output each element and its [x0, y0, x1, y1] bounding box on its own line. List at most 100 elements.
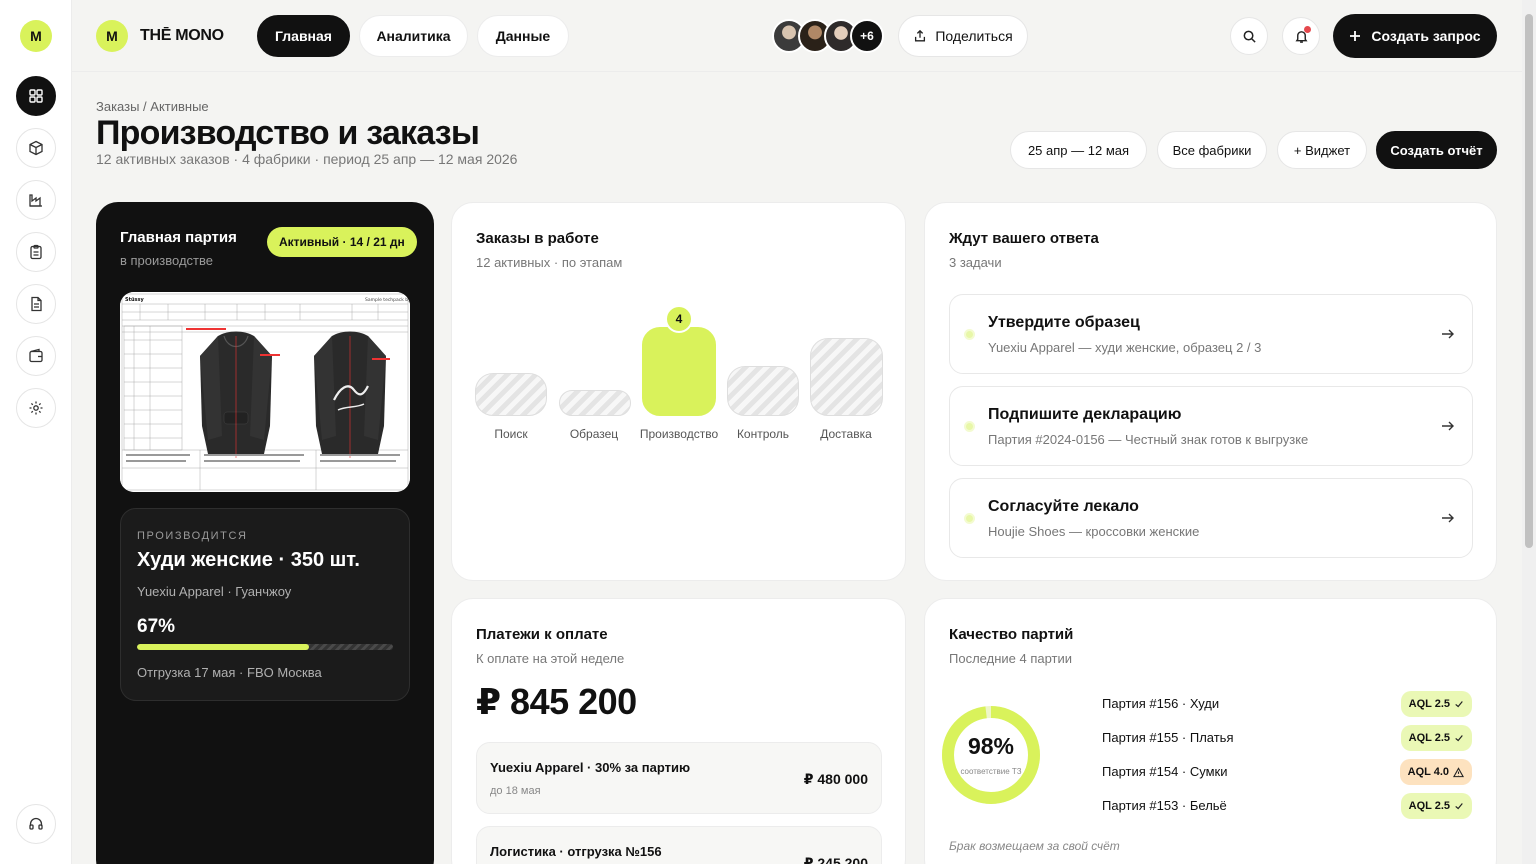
support-button[interactable]	[16, 804, 56, 844]
factories-filter[interactable]: Все фабрики	[1157, 131, 1267, 169]
sidebar-item-factories[interactable]	[16, 180, 56, 220]
tasks-subtitle: 3 задачи	[949, 255, 1002, 270]
box-icon	[29, 140, 43, 156]
task-title: Согласуйте лекало	[988, 498, 1139, 515]
payment-amount: ₽ 245 200	[803, 855, 868, 864]
task-status-dot	[964, 421, 975, 432]
stage-bar-search[interactable]	[475, 373, 547, 416]
pending-tasks-card: Ждут вашего ответа 3 задачи Утвердите об…	[924, 202, 1497, 581]
top-bar: M THĒ MONO Главная Аналитика Данные +6 П…	[72, 0, 1522, 72]
brand-logo[interactable]: M	[96, 20, 128, 52]
payments-subtitle: К оплате на этой неделе	[476, 651, 625, 666]
page-scrollbar[interactable]	[1522, 0, 1536, 864]
payment-item[interactable]: Логистика · отгрузка №156 ₽ 245 200	[476, 826, 882, 864]
breadcrumb[interactable]: Заказы / Активные	[96, 99, 209, 114]
aql-badge: AQL 4.0	[1399, 759, 1472, 785]
payment-name: Yuexiu Apparel · 30% за партию	[490, 760, 691, 775]
task-status-dot	[964, 513, 975, 524]
orders-title: Заказы в работе	[476, 230, 599, 247]
stage-label: Контроль	[736, 427, 790, 441]
aql-badge-label: AQL 4.0	[1407, 766, 1449, 778]
payments-title: Платежи к оплате	[476, 626, 608, 643]
batch-name: Партия #154 · Сумки	[1102, 764, 1228, 779]
app-logo[interactable]: M	[20, 20, 52, 52]
orders-in-progress-card: Заказы в работе 12 активных · по этапам …	[451, 202, 906, 581]
factory-icon	[29, 194, 42, 207]
search-icon	[1243, 30, 1256, 43]
aql-badge-label: AQL 2.5	[1408, 732, 1450, 744]
quality-card: Качество партий Последние 4 партии 98% с…	[924, 598, 1497, 864]
stage-label: Доставка	[820, 427, 872, 441]
progress-fill	[137, 644, 309, 650]
date-range-filter[interactable]: 25 апр — 12 мая	[1010, 131, 1147, 169]
nav-tab-home[interactable]: Главная	[257, 15, 350, 57]
sidebar-item-dashboard[interactable]	[16, 76, 56, 116]
plus-icon	[1350, 31, 1361, 41]
batch-row[interactable]: Партия #154 · Сумки AQL 4.0	[1102, 759, 1472, 785]
arrow-right-icon	[1442, 421, 1454, 431]
sidebar-item-tasks[interactable]	[16, 232, 56, 272]
aql-badge: AQL 2.5	[1400, 725, 1472, 751]
techpack-image[interactable]: Sample techpack by themono Stüssy	[120, 292, 410, 492]
grid-icon	[29, 89, 43, 103]
headset-icon	[29, 817, 43, 830]
stage-count-badge: 4	[665, 305, 693, 333]
arrow-right-icon	[1442, 513, 1454, 523]
sidebar-item-documents[interactable]	[16, 284, 56, 324]
product-name: Худи женские · 350 шт.	[137, 549, 360, 571]
batch-name: Партия #156 · Худи	[1102, 696, 1220, 711]
clipboard-icon	[30, 244, 42, 260]
techpack-drawing: Sample techpack by themono Stüssy	[120, 292, 410, 492]
quality-title: Качество партий	[949, 626, 1074, 643]
aql-badge: AQL 2.5	[1400, 793, 1472, 819]
task-item[interactable]: Подпишите декларацию Партия #2024-0156 —…	[949, 386, 1473, 466]
main-batch-card: Главная партия в производстве Активный ·…	[96, 202, 434, 864]
quality-subtitle: Последние 4 партии	[949, 651, 1073, 666]
nav-tab-data[interactable]: Данные	[477, 15, 569, 57]
task-status-dot	[964, 329, 975, 340]
settings-icon	[29, 401, 43, 415]
batch-row[interactable]: Партия #156 · Худи AQL 2.5	[1102, 691, 1472, 717]
notifications-button[interactable]	[1282, 17, 1320, 55]
task-item[interactable]: Согласуйте лекало Houjie Shoes — кроссов…	[949, 478, 1473, 558]
stage-bar-delivery[interactable]	[810, 338, 883, 416]
payment-amount: ₽ 480 000	[803, 771, 868, 787]
page-title: Производство и заказы	[96, 114, 480, 152]
create-report-button[interactable]: Создать отчёт	[1376, 131, 1497, 169]
payment-item[interactable]: Yuexiu Apparel · 30% за партию до 18 мая…	[476, 742, 882, 814]
share-button[interactable]: Поделиться	[898, 15, 1028, 57]
tasks-title: Ждут вашего ответа	[949, 230, 1099, 247]
check-icon	[1455, 803, 1463, 810]
main-batch-title: Главная партия	[120, 229, 237, 246]
quality-note: Брак возмещаем за свой счёт	[949, 839, 1120, 853]
sidebar-item-payments[interactable]	[16, 336, 56, 376]
task-description: Партия #2024-0156 — Честный знак готов к…	[988, 432, 1309, 447]
task-title: Подпишите декларацию	[988, 406, 1182, 423]
sidebar: M	[0, 0, 72, 864]
main-batch-subtitle: в производстве	[120, 253, 213, 268]
batch-row[interactable]: Партия #155 · Платья AQL 2.5	[1102, 725, 1472, 751]
stage-bar-sample[interactable]	[559, 390, 631, 416]
production-status-caption: ПРОИЗВОДИТСЯ	[137, 530, 248, 542]
quality-caption: соответствие ТЗ	[960, 767, 1022, 776]
payments-total: ₽ 845 200	[476, 681, 637, 722]
search-button[interactable]	[1230, 17, 1268, 55]
batch-name: Партия #155 · Платья	[1102, 730, 1234, 745]
stage-bar-control[interactable]	[727, 366, 799, 416]
scrollbar-thumb[interactable]	[1525, 14, 1533, 548]
share-icon	[915, 29, 926, 42]
techpack-brand-label: Stüssy	[125, 297, 145, 303]
task-item[interactable]: Утвердите образец Yuexiu Apparel — худи …	[949, 294, 1473, 374]
page-subtitle: 12 активных заказов · 4 фабрики · период…	[96, 151, 518, 167]
stage-bar-production[interactable]	[642, 327, 716, 416]
avatar-more-count[interactable]: +6	[850, 19, 884, 53]
nav-tab-analytics[interactable]: Аналитика	[359, 15, 468, 57]
factory-location: Yuexiu Apparel · Гуанчжоу	[137, 584, 292, 599]
sidebar-item-settings[interactable]	[16, 388, 56, 428]
create-request-button[interactable]: Создать запрос	[1333, 14, 1497, 58]
sidebar-item-products[interactable]	[16, 128, 56, 168]
shipment-info: Отгрузка 17 мая · FBO Москва	[137, 665, 322, 680]
add-widget-button[interactable]: + Виджет	[1277, 131, 1367, 169]
batch-row[interactable]: Партия #153 · Бельё AQL 2.5	[1102, 793, 1472, 819]
create-request-label: Создать запрос	[1371, 28, 1481, 44]
